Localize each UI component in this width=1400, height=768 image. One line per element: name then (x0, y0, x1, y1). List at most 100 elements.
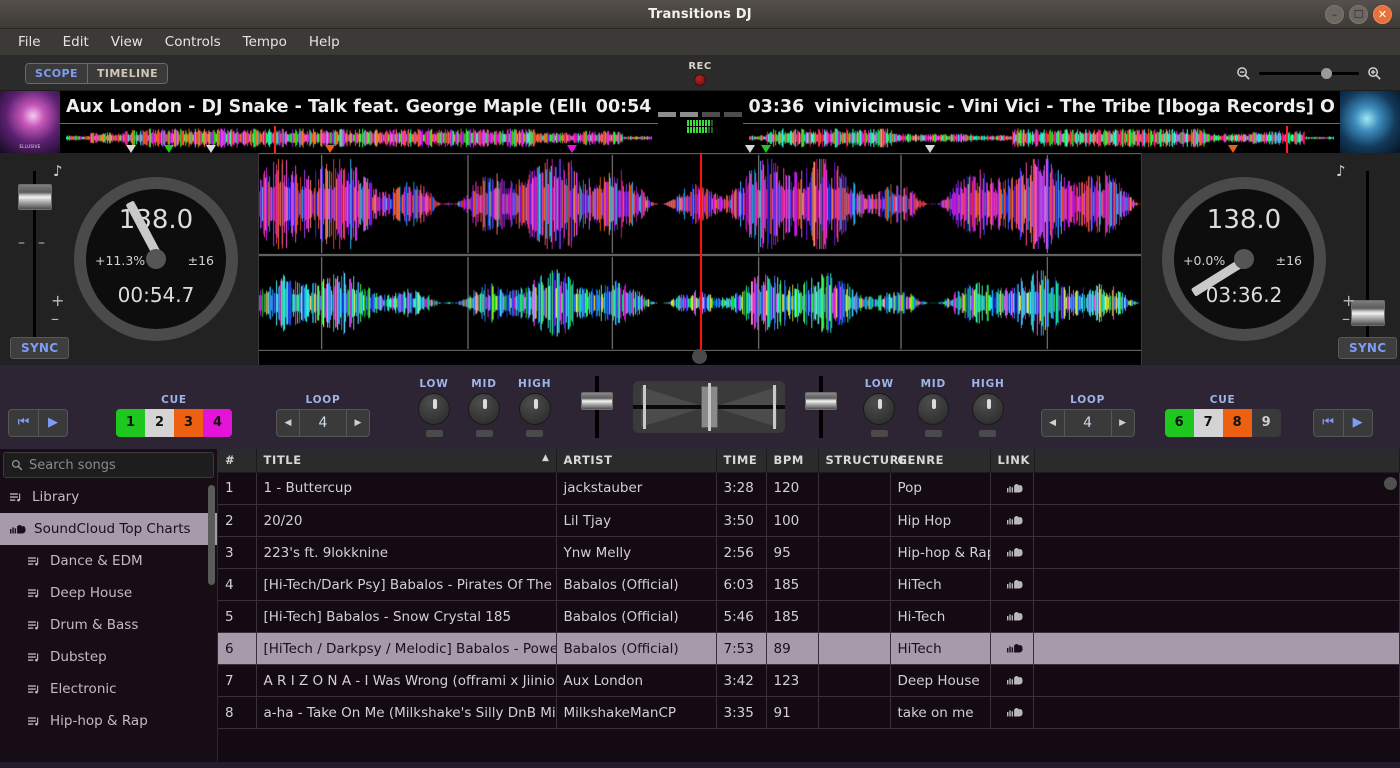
column-link[interactable]: LINK (990, 449, 1034, 472)
minimize-icon[interactable]: – (1325, 5, 1344, 24)
cue-pad-7[interactable]: 7 (1194, 409, 1223, 437)
maximize-icon[interactable]: ☐ (1349, 5, 1368, 24)
deck-b-loop-value[interactable]: 4 (1064, 410, 1112, 436)
cell-link[interactable] (991, 473, 1035, 505)
deck-b-mid-knob[interactable] (917, 393, 949, 425)
cell-link[interactable] (991, 601, 1035, 633)
deck-b-mid-kill-button[interactable] (925, 430, 942, 437)
menu-item-edit[interactable]: Edit (53, 31, 99, 53)
loop-prev-icon[interactable]: ◀ (1042, 410, 1064, 436)
table-row[interactable]: 3223's ft. 9lokknineYnw Melly2:5695Hip-h… (218, 537, 1400, 569)
soundcloud-icon[interactable] (1007, 515, 1023, 525)
deck-b-sync-button[interactable]: SYNC (1338, 337, 1397, 359)
deck-a-overview-waveform[interactable] (66, 128, 652, 148)
table-scrollbar-thumb[interactable] (1384, 477, 1397, 490)
tab-scope[interactable]: SCOPE (26, 64, 87, 83)
column-number[interactable]: # (218, 449, 256, 472)
loop-next-icon[interactable]: ▶ (1112, 410, 1134, 436)
menu-item-file[interactable]: File (8, 31, 51, 53)
deck-a-cue-start-icon[interactable]: ⏮ (9, 410, 38, 436)
sidebar-item-soundcloud-top-charts[interactable]: SoundCloud Top Charts (0, 513, 217, 545)
deck-b-play-icon[interactable]: ▶ (1343, 410, 1372, 436)
table-row[interactable]: 4[Hi-Tech/Dark Psy] Babalos - Pirates Of… (218, 569, 1400, 601)
sidebar-item-dubstep[interactable]: Dubstep (0, 641, 217, 673)
deck-a-play-icon[interactable]: ▶ (38, 410, 67, 436)
deck-a-mid-kill-button[interactable] (476, 430, 493, 437)
soundcloud-icon[interactable] (1007, 707, 1023, 717)
cell-link[interactable] (991, 537, 1035, 569)
cue-pad-1[interactable]: 1 (116, 409, 145, 437)
cue-pad-9[interactable]: 9 (1252, 409, 1281, 437)
column-bpm[interactable]: BPM (766, 449, 818, 472)
table-row[interactable]: 7A R I Z O N A - I Was Wrong (offrami x … (218, 665, 1400, 697)
deck-a-high-kill-button[interactable] (526, 430, 543, 437)
deck-a-low-kill-button[interactable] (426, 430, 443, 437)
deck-a-high-knob[interactable] (519, 393, 551, 425)
close-icon[interactable]: ✕ (1373, 5, 1392, 24)
deck-a-loop-value[interactable]: 4 (299, 410, 347, 436)
sidebar-scrollbar-thumb[interactable] (208, 485, 215, 585)
deck-b-volume-fader[interactable] (801, 376, 841, 438)
sidebar-item-dance-edm[interactable]: Dance & EDM (0, 545, 217, 577)
cue-pad-4[interactable]: 4 (203, 409, 232, 437)
column-title[interactable]: TITLE▲ (256, 449, 556, 472)
zoom-slider[interactable] (1259, 72, 1359, 75)
cue-pad-2[interactable]: 2 (145, 409, 174, 437)
cell-link[interactable] (991, 569, 1035, 601)
record-button[interactable] (694, 74, 706, 86)
cell-link[interactable] (991, 665, 1035, 697)
deck-a-low-knob[interactable] (418, 393, 450, 425)
menu-item-view[interactable]: View (101, 31, 153, 53)
cue-pad-6[interactable]: 6 (1165, 409, 1194, 437)
magnifier-minus-icon[interactable] (1236, 66, 1251, 81)
table-row[interactable]: 5[Hi-Tech] Babalos - Snow Crystal 185Bab… (218, 601, 1400, 633)
soundcloud-icon[interactable] (1007, 611, 1023, 621)
waveform-scrub-handle[interactable] (692, 349, 707, 364)
magnifier-plus-icon[interactable] (1367, 66, 1382, 81)
deck-a-mid-knob[interactable] (468, 393, 500, 425)
deck-b-overview[interactable] (743, 123, 1341, 153)
search-input[interactable]: Search songs (29, 458, 116, 473)
deck-a-volume-thumb[interactable] (581, 392, 613, 410)
soundcloud-icon[interactable] (1007, 483, 1023, 493)
table-row[interactable]: 11 - Buttercupjackstauber3:28120Pop (218, 472, 1400, 505)
deck-a-volume-fader[interactable] (577, 376, 617, 438)
zoom-slider-thumb[interactable] (1321, 68, 1332, 79)
loop-prev-icon[interactable]: ◀ (277, 410, 299, 436)
table-row[interactable]: 220/20Lil Tjay3:50100Hip Hop (218, 505, 1400, 537)
table-row[interactable]: 8a-ha - Take On Me (Milkshake's Silly Dn… (218, 697, 1400, 729)
column-artist[interactable]: ARTIST (556, 449, 716, 472)
deck-b-pitch-thumb[interactable] (1351, 300, 1385, 326)
search-box[interactable]: Search songs (3, 452, 214, 478)
soundcloud-icon[interactable] (1007, 547, 1023, 557)
deck-a-pitch-thumb[interactable] (18, 184, 52, 210)
tab-timeline[interactable]: TIMELINE (87, 64, 167, 83)
cue-pad-8[interactable]: 8 (1223, 409, 1252, 437)
deck-b-low-kill-button[interactable] (871, 430, 888, 437)
soundcloud-icon[interactable] (1007, 675, 1023, 685)
deck-b-high-knob[interactable] (972, 393, 1004, 425)
loop-next-icon[interactable]: ▶ (347, 410, 369, 436)
sidebar-item-deep-house[interactable]: Deep House (0, 577, 217, 609)
deck-a-overview[interactable] (60, 123, 658, 153)
menu-item-controls[interactable]: Controls (155, 31, 231, 53)
deck-a-platter[interactable]: 138.0 +11.3% ±16 00:54.7 (74, 177, 238, 341)
deck-b-low-knob[interactable] (863, 393, 895, 425)
sidebar-item-hip-hop-rap[interactable]: Hip-hop & Rap (0, 705, 217, 737)
cell-link[interactable] (991, 633, 1035, 665)
menu-item-help[interactable]: Help (299, 31, 350, 53)
cell-link[interactable] (991, 697, 1035, 729)
sidebar-item-library[interactable]: Library (0, 481, 217, 513)
deck-b-platter[interactable]: 138.0 +0.0% ±16 03:36.2 (1162, 177, 1326, 341)
column-time[interactable]: TIME (716, 449, 766, 472)
menu-item-tempo[interactable]: Tempo (233, 31, 297, 53)
deck-b-cue-start-icon[interactable]: ⏮ (1314, 410, 1343, 436)
column-genre[interactable]: GENRE (890, 449, 990, 472)
deck-b-overview-waveform[interactable] (749, 128, 1335, 148)
deck-b-volume-thumb[interactable] (805, 392, 837, 410)
table-row[interactable]: 6[HiTech / Darkpsy / Melodic] Babalos - … (218, 633, 1400, 665)
soundcloud-icon[interactable] (1007, 643, 1023, 653)
cue-pad-3[interactable]: 3 (174, 409, 203, 437)
deck-a-sync-button[interactable]: SYNC (10, 337, 69, 359)
soundcloud-icon[interactable] (1007, 579, 1023, 589)
